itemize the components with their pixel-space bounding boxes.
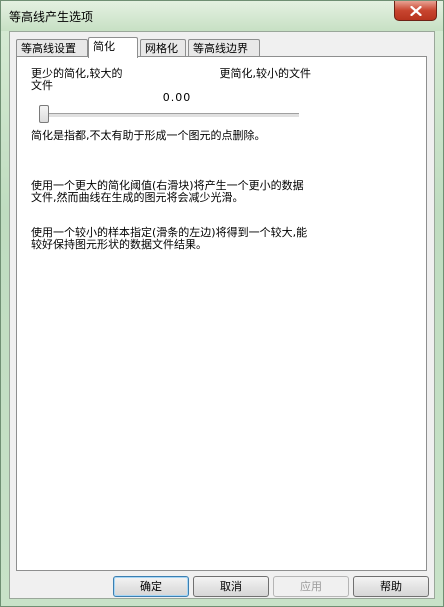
tab-contour-settings[interactable]: 等高线设置 <box>16 39 88 57</box>
dialog-client-area: 等高线设置 简化 网格化 等高线边界 更少的简化,较大的文件 更简化,较小的文件… <box>9 31 435 599</box>
simplify-slider-thumb[interactable] <box>39 105 49 123</box>
tab-simplify[interactable]: 简化 <box>88 37 138 58</box>
title-bar[interactable]: 等高线产生选项 <box>1 1 443 31</box>
simplify-panel: 更少的简化,较大的文件 更简化,较小的文件 0.00 简化是指都,不太有助于形成… <box>16 56 427 571</box>
ok-button[interactable]: 确定 <box>113 576 189 597</box>
tab-contour-boundary[interactable]: 等高线边界 <box>188 39 260 57</box>
slider-value: 0.00 <box>162 91 192 104</box>
close-button[interactable] <box>394 1 437 21</box>
close-icon <box>409 5 422 16</box>
smaller-sample-paragraph: 使用一个较小的样本指定(滑条的左边)将得到一个较大,能较好保持图元形状的数据文件… <box>31 226 308 251</box>
cancel-button[interactable]: 取消 <box>193 576 269 597</box>
simplify-slider-track[interactable] <box>39 113 299 118</box>
window-title: 等高线产生选项 <box>9 10 94 24</box>
dialog-window: 等高线产生选项 等高线设置 简化 网格化 等高线边界 更少的简化,较大的文件 更… <box>0 0 444 607</box>
help-button[interactable]: 帮助 <box>353 576 429 597</box>
less-simplify-label: 更少的简化,较大的文件 <box>31 67 123 92</box>
button-row: 确定 取消 应用 帮助 <box>10 576 434 598</box>
tab-gridding[interactable]: 网格化 <box>140 39 186 57</box>
larger-threshold-paragraph: 使用一个更大的简化阈值(右滑块)将产生一个更小的数据文件,然而曲线在生成的图元将… <box>31 179 304 204</box>
more-simplify-label: 更简化,较小的文件 <box>219 67 312 80</box>
apply-button[interactable]: 应用 <box>273 576 349 597</box>
simplify-description: 简化是指都,不太有助于形成一个图元的点删除。 <box>31 129 266 142</box>
